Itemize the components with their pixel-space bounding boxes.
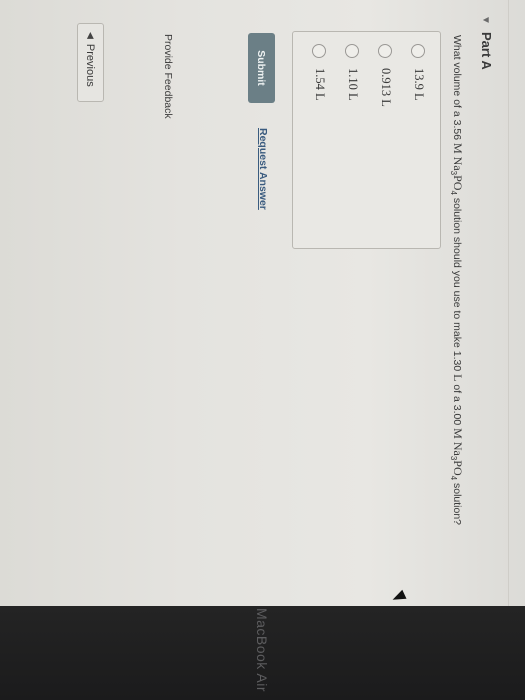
radio-button[interactable] [312, 44, 327, 58]
option-label: 13.9 L [412, 68, 426, 101]
answer-option[interactable]: 1.54 L [312, 44, 327, 101]
previous-label: Previous [84, 43, 97, 87]
option-label: 0.913 L [379, 68, 393, 107]
rotated-page: ▼ Part A What volume of a 3.56 M Na3PO4 … [0, 0, 525, 700]
answer-option[interactable]: 0.913 L [378, 44, 393, 107]
answer-option[interactable]: 13.9 L [411, 44, 426, 101]
radio-button[interactable] [378, 44, 393, 58]
brand-label: MacBook Air [254, 607, 270, 693]
option-label: 1.10 L [346, 68, 360, 101]
answer-options: 13.9 L 0.913 L 1.10 L 1.54 L [292, 31, 441, 249]
option-label: 1.54 L [313, 68, 327, 101]
radio-button[interactable] [345, 44, 360, 58]
top-divider [508, 0, 509, 606]
provide-feedback-link[interactable]: Provide Feedback [162, 34, 174, 119]
answer-option[interactable]: 1.10 L [345, 44, 360, 101]
laptop-screen: ▼ Part A What volume of a 3.56 M Na3PO4 … [0, 0, 525, 700]
request-answer-link[interactable]: Request Answer [257, 128, 269, 210]
submit-button[interactable]: Submit [248, 33, 275, 103]
previous-button[interactable]: ◀ Previous [77, 23, 104, 102]
mouse-cursor-icon [390, 589, 407, 605]
collapse-triangle-icon[interactable]: ▼ [480, 15, 491, 25]
part-title: Part A [479, 32, 494, 70]
question-text: What volume of a 3.56 M Na3PO4 solution … [448, 35, 465, 526]
caret-left-icon: ◀ [86, 32, 96, 39]
radio-button[interactable] [411, 44, 426, 58]
